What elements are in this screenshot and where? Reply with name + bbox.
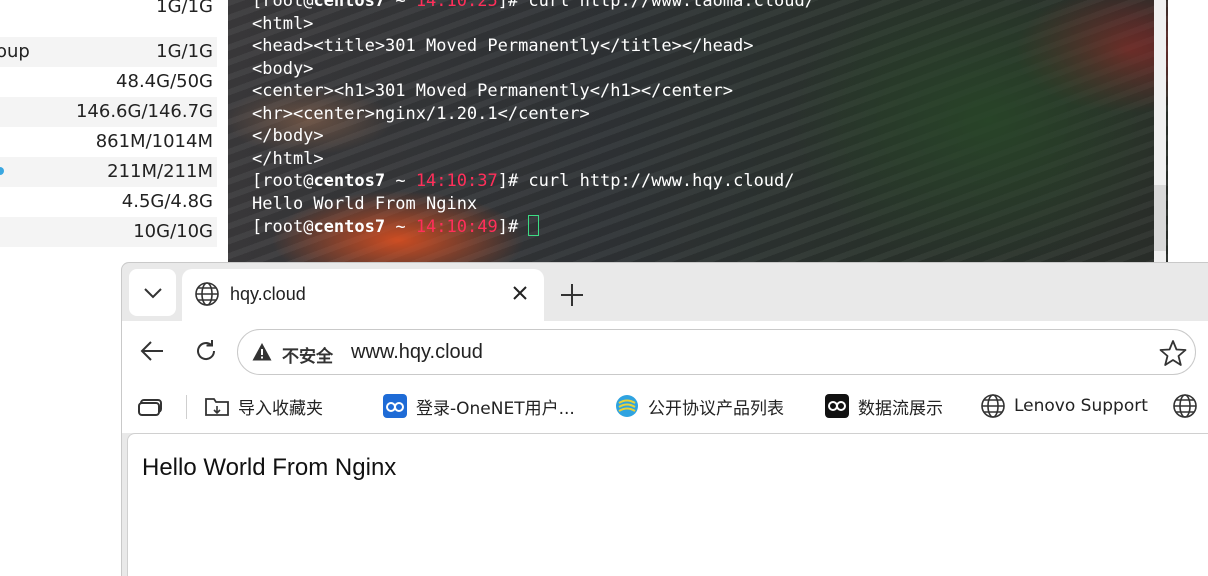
tab-close-button[interactable] — [506, 279, 534, 307]
terminal-window[interactable]: [root@centos7 ~ 14:10:25]# curl http://w… — [228, 0, 1168, 262]
globe-icon — [980, 393, 1006, 419]
disk-row[interactable]: oup 1G/1G — [0, 37, 217, 67]
tab-strip: hqy.cloud — [122, 263, 1208, 323]
disk-usage-panel: 1G/1G oup 1G/1G 48.4G/50G 146.6G/146.7G … — [0, 0, 217, 262]
bookmark-separator — [186, 395, 187, 419]
bookmarks-bar: 导入收藏夹 登录-OneNET用户... 公开协议产品列表 数据流展示 Leno… — [122, 381, 1208, 433]
tab-list-button[interactable] — [129, 269, 176, 316]
protocol-icon — [614, 393, 640, 419]
collections-icon — [138, 399, 162, 416]
bookmark-protocol-list[interactable]: 公开协议产品列表 — [614, 393, 784, 419]
back-arrow-icon — [140, 341, 163, 361]
tab-title: hqy.cloud — [230, 284, 306, 304]
refresh-icon — [197, 340, 216, 360]
prompt-host: centos7 — [313, 217, 386, 237]
disk-row-value: 1G/1G — [156, 0, 213, 17]
prompt-user: [root — [252, 0, 304, 11]
terminal-output-line: <center><h1>301 Moved Permanently</h1></… — [252, 81, 734, 101]
prompt-path: ~ — [385, 0, 416, 11]
prompt-host: centos7 — [313, 171, 386, 191]
status-dot-icon — [0, 167, 4, 175]
prompt-at: @ — [303, 171, 314, 191]
prompt-command: ]# — [497, 217, 529, 237]
url-text[interactable]: www.hqy.cloud — [351, 341, 483, 364]
bookmark-onenet[interactable]: 登录-OneNET用户... — [382, 393, 575, 419]
page-content: Hello World From Nginx — [127, 433, 1208, 576]
disk-row[interactable]: 48.4G/50G — [0, 67, 217, 97]
bookmark-label: 登录-OneNET用户... — [416, 398, 575, 419]
terminal-cursor — [528, 215, 540, 236]
prompt-user: [root — [252, 217, 304, 237]
terminal-output-line: </body> — [252, 126, 324, 146]
terminal-output-line: </html> — [252, 148, 324, 169]
scrollbar-thumb[interactable] — [1154, 185, 1166, 251]
prompt-time: 14:10:37 — [415, 171, 498, 191]
prompt-at: @ — [303, 217, 314, 237]
terminal-output-line: Hello World From Nginx — [252, 193, 478, 214]
folder-import-icon — [204, 393, 230, 419]
disk-row[interactable]: 10G/10G — [0, 217, 217, 247]
bookmark-more[interactable] — [1172, 393, 1206, 419]
terminal-output-line: <hr><center>nginx/1.20.1</center> — [252, 103, 590, 124]
disk-row[interactable]: 211M/211M — [0, 157, 217, 187]
terminal-prompt-line: [root@centos7 ~ 14:10:49]# — [252, 215, 815, 238]
prompt-host: centos7 — [313, 0, 386, 11]
onenet-icon — [382, 393, 408, 419]
prompt-user: [root — [252, 171, 304, 191]
disk-row-value: 4.5G/4.8G — [121, 191, 213, 212]
prompt-command: ]# curl http://www.taoma.cloud/ — [497, 0, 815, 11]
address-bar[interactable]: 不安全 www.hqy.cloud — [237, 329, 1196, 375]
bookmark-dataflow[interactable]: 数据流展示 — [824, 393, 943, 419]
disk-row-name: oup — [0, 41, 30, 62]
collections-button[interactable] — [138, 393, 164, 419]
disk-row-value: 1G/1G — [156, 41, 213, 62]
prompt-command: ]# curl http://www.hqy.cloud/ — [497, 171, 795, 191]
terminal-output-line: <html> — [252, 13, 314, 34]
disk-row-value: 48.4G/50G — [116, 71, 213, 92]
prompt-path: ~ — [385, 171, 416, 191]
disk-row-value: 10G/10G — [133, 221, 213, 242]
page-body-text: Hello World From Nginx — [142, 454, 397, 481]
globe-icon — [1172, 393, 1198, 419]
terminal-prompt-line: [root@centos7 ~ 14:10:37]# curl http://w… — [252, 170, 815, 193]
refresh-button[interactable] — [188, 333, 224, 369]
bookmark-label: Lenovo Support — [1014, 396, 1148, 416]
disk-row-value: 211M/211M — [107, 161, 213, 182]
browser-toolbar: 不安全 www.hqy.cloud — [122, 321, 1208, 381]
prompt-time: 14:10:25 — [415, 0, 498, 11]
bookmark-lenovo-support[interactable]: Lenovo Support — [980, 393, 1148, 419]
bookmark-import-favorites[interactable]: 导入收藏夹 — [204, 393, 323, 419]
close-icon — [513, 286, 527, 300]
disk-row[interactable]: 4.5G/4.8G — [0, 187, 217, 217]
disk-row-value: 861M/1014M — [95, 131, 213, 152]
disk-row[interactable]: 1G/1G — [0, 0, 217, 22]
favorite-star-icon[interactable] — [1159, 339, 1187, 367]
tab-active[interactable]: hqy.cloud — [182, 269, 544, 323]
disk-row[interactable]: 861M/1014M — [0, 127, 217, 157]
bookmark-label: 公开协议产品列表 — [648, 398, 784, 419]
bookmark-label: 导入收藏夹 — [238, 398, 323, 419]
security-label[interactable]: 不安全 — [282, 342, 333, 367]
prompt-at: @ — [303, 0, 314, 11]
prompt-path: ~ — [385, 217, 416, 237]
terminal-output-line: <head><title>301 Moved Permanently</titl… — [252, 36, 754, 56]
terminal-scrollbar[interactable] — [1154, 0, 1166, 262]
terminal-output-line: <body> — [252, 58, 314, 79]
back-button[interactable] — [134, 333, 170, 369]
browser-window: hqy.cloud 不安全 www.hqy.cloud 导入收藏夹 登录-One… — [121, 262, 1208, 576]
new-tab-button[interactable] — [552, 275, 592, 315]
globe-icon — [195, 282, 219, 306]
dataflow-icon — [824, 393, 850, 419]
prompt-time: 14:10:49 — [415, 217, 498, 237]
disk-row-value: 146.6G/146.7G — [75, 101, 213, 122]
terminal-output: [root@centos7 ~ 14:10:25]# curl http://w… — [252, 0, 815, 238]
bookmark-label: 数据流展示 — [858, 398, 943, 419]
warning-icon[interactable] — [252, 342, 272, 362]
plus-icon — [561, 284, 583, 306]
disk-row[interactable]: 146.6G/146.7G — [0, 97, 217, 127]
chevron-down-icon — [143, 287, 162, 298]
terminal-prompt-line: [root@centos7 ~ 14:10:25]# curl http://w… — [252, 0, 815, 13]
